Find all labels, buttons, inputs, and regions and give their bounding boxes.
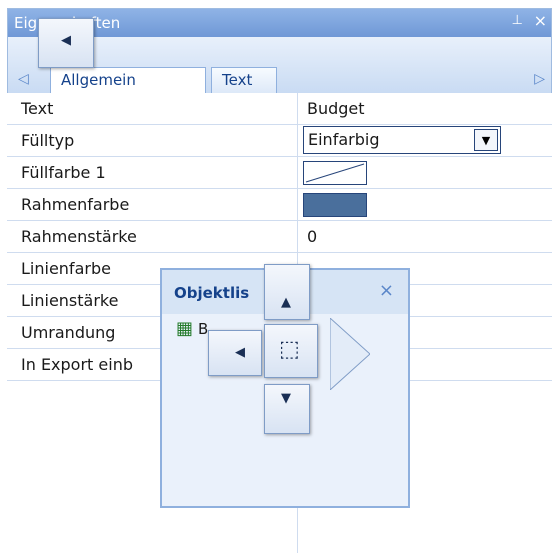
property-row-bordercolor[interactable]: Rahmenfarbe xyxy=(7,189,552,221)
property-name: Text xyxy=(21,99,54,118)
dock-diamond-arrow xyxy=(330,318,370,390)
property-row-borderwidth[interactable]: Rahmenstärke 0 xyxy=(7,221,552,253)
dropdown-arrow-icon[interactable]: ▼ xyxy=(474,129,498,151)
property-name: Linienfarbe xyxy=(21,259,111,278)
tab-label: Allgemein xyxy=(61,71,136,89)
dock-left-arrow-icon: ◀ xyxy=(235,345,245,360)
fill-color-swatch[interactable] xyxy=(303,161,367,185)
excel-chart-icon: ▦ xyxy=(176,318,194,339)
dock-left-arrow-icon: ◀ xyxy=(61,33,71,48)
property-name: Rahmenfarbe xyxy=(21,195,130,214)
property-value[interactable]: 0 xyxy=(307,227,317,246)
dock-up-arrow-icon: ▲ xyxy=(281,295,291,310)
border-color-swatch[interactable] xyxy=(303,193,367,217)
filltype-select[interactable]: Einfarbig ▼ xyxy=(303,126,501,154)
dock-center-target[interactable]: ⬚ xyxy=(264,324,318,378)
filltype-value: Einfarbig xyxy=(308,130,380,149)
property-name: In Export einb xyxy=(21,355,133,374)
tab-text[interactable]: Text xyxy=(211,67,277,94)
property-row-fillcolor[interactable]: Füllfarbe 1 xyxy=(7,157,552,189)
object-list-item[interactable]: B xyxy=(198,320,208,338)
dock-tabbed-icon: ⬚ xyxy=(279,337,300,362)
no-color-slash-icon xyxy=(305,163,365,183)
property-name: Umrandung xyxy=(21,323,116,342)
property-name: Linienstärke xyxy=(21,291,119,310)
property-name: Rahmenstärke xyxy=(21,227,137,246)
property-name: Füllfarbe 1 xyxy=(21,163,106,182)
dock-left-target[interactable]: ◀ xyxy=(38,18,94,68)
dock-down-arrow-icon: ▼ xyxy=(281,391,291,406)
property-name: Fülltyp xyxy=(21,131,75,150)
close-icon[interactable]: × xyxy=(379,280,394,301)
dock-left-target[interactable]: ◀ xyxy=(208,330,262,376)
tab-label: Text xyxy=(222,71,253,89)
pin-icon[interactable]: ⊥ xyxy=(512,13,523,28)
property-row-text[interactable]: Text Budget xyxy=(7,93,552,125)
tab-scroll-right-icon[interactable]: ▷ xyxy=(534,71,545,87)
property-value[interactable]: Budget xyxy=(307,99,365,118)
close-icon[interactable]: × xyxy=(534,11,547,30)
tab-scroll-left-icon[interactable]: ◁ xyxy=(18,71,29,87)
object-list-title: Objektlis xyxy=(174,284,250,302)
dock-top-target[interactable]: ▲ xyxy=(264,264,310,320)
dock-bottom-target[interactable]: ▼ xyxy=(264,384,310,434)
property-row-filltype[interactable]: Fülltyp Einfarbig ▼ xyxy=(7,125,552,157)
tab-allgemein[interactable]: Allgemein xyxy=(50,67,206,94)
